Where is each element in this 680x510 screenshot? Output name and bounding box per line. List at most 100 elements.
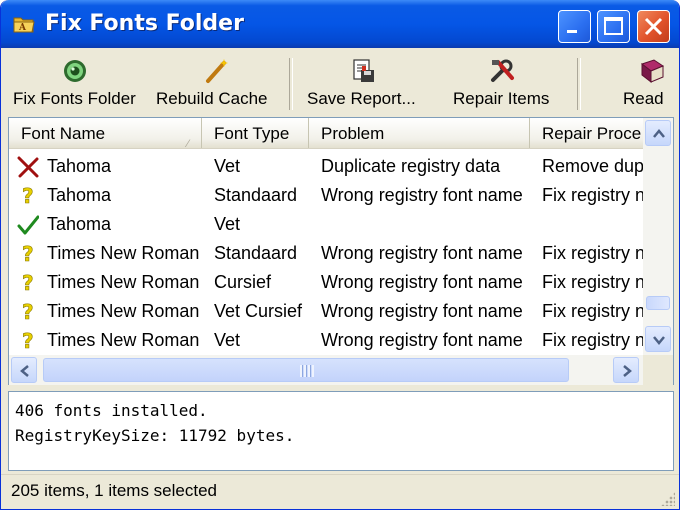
minimize-button[interactable]: [558, 10, 591, 43]
app-window: A Fix Fonts Folder Fix Fonts Folder Rebu…: [0, 0, 680, 510]
column-label: Font Name: [21, 124, 106, 143]
window-title: Fix Fonts Folder: [45, 11, 244, 36]
font-name-cell: Times New Roman: [47, 243, 200, 263]
toolbar: Fix Fonts Folder Rebuild Cache Save Repo…: [8, 52, 674, 116]
problem-cell: Wrong registry font name: [321, 185, 523, 205]
repair-cell: Fix registry n: [542, 243, 643, 263]
repair-cell: Fix registry n: [542, 272, 643, 292]
scroll-up-button[interactable]: [645, 120, 671, 146]
log-line: 406 fonts installed.: [15, 401, 208, 420]
chevron-up-icon: [653, 129, 665, 138]
font-type-cell: Vet: [214, 214, 241, 234]
font-name-cell: Times New Roman: [47, 272, 200, 292]
table-row[interactable]: ? Times New Roman Vet Wrong registry fon…: [9, 326, 643, 355]
repair-cell: Remove dup: [542, 156, 643, 176]
minimize-icon: [567, 30, 577, 33]
chevron-down-icon: [653, 336, 665, 345]
toolbar-separator: [577, 58, 581, 110]
repair-items-label: Repair Items: [453, 89, 550, 108]
save-report-icon: [349, 58, 377, 84]
table-row[interactable]: Tahoma Vet Duplicate registry data Remov…: [9, 152, 643, 181]
svg-text:?: ?: [22, 272, 34, 294]
maximize-button[interactable]: [597, 10, 630, 43]
log-line: RegistryKeySize: 11792 bytes.: [15, 426, 295, 445]
horizontal-scrollbar[interactable]: [9, 355, 643, 385]
svg-text:?: ?: [22, 330, 34, 352]
scroll-down-button[interactable]: [645, 326, 671, 352]
sort-arrow-icon: ⁄: [187, 138, 189, 148]
toolbar-separator: [289, 58, 293, 110]
font-type-cell: Standaard: [214, 243, 298, 263]
repair-cell: Fix registry n: [542, 185, 643, 205]
column-header-repair-process[interactable]: Repair Proce: [530, 118, 643, 148]
horizontal-scroll-thumb[interactable]: [43, 358, 569, 382]
table-row[interactable]: ? Tahoma Standaard Wrong registry font n…: [9, 181, 643, 210]
vertical-scroll-thumb[interactable]: [646, 296, 670, 310]
problem-cell: Wrong registry font name: [321, 330, 523, 350]
warning-question-icon: ?: [17, 242, 39, 267]
close-button[interactable]: [637, 10, 670, 43]
log-output[interactable]: 406 fonts installed. RegistryKeySize: 11…: [8, 391, 674, 471]
font-name-cell: Tahoma: [47, 156, 112, 176]
scroll-grip-icon: [300, 365, 314, 377]
font-type-cell: Vet: [214, 156, 241, 176]
font-type-cell: Vet: [214, 330, 241, 350]
warning-question-icon: ?: [17, 300, 39, 325]
column-header-font-name[interactable]: Font Name ⁄: [9, 118, 202, 148]
resize-grip-icon[interactable]: [661, 492, 675, 506]
svg-text:?: ?: [22, 243, 34, 265]
close-icon: [644, 17, 663, 36]
svg-text:?: ?: [22, 185, 34, 207]
title-bar[interactable]: A Fix Fonts Folder: [1, 0, 679, 48]
maximize-icon: [604, 17, 623, 35]
rebuild-cache-button[interactable]: Rebuild Cache: [152, 52, 280, 116]
table-row[interactable]: ? Times New Roman Standaard Wrong regist…: [9, 239, 643, 268]
save-report-button[interactable]: Save Report...: [305, 52, 427, 116]
problem-cell: [321, 210, 530, 239]
fix-fonts-folder-label: Fix Fonts Folder: [13, 89, 136, 108]
status-bar: 205 items, 1 items selected: [1, 474, 679, 509]
warning-question-icon: ?: [17, 329, 39, 354]
column-header-font-type[interactable]: Font Type: [202, 118, 309, 148]
list-rows: Tahoma Vet Duplicate registry data Remov…: [9, 149, 643, 355]
chevron-left-icon: [20, 365, 29, 377]
vertical-scrollbar[interactable]: [643, 118, 673, 355]
scroll-right-button[interactable]: [613, 357, 639, 383]
read-button[interactable]: Read: [606, 52, 674, 116]
fix-fonts-icon: [61, 58, 89, 84]
table-row[interactable]: ? Times New Roman Cursief Wrong registry…: [9, 268, 643, 297]
ok-check-icon: [17, 214, 40, 236]
repair-cell: Fix registry n: [542, 330, 643, 350]
warning-question-icon: ?: [17, 184, 39, 209]
font-type-cell: Standaard: [214, 185, 298, 205]
font-type-cell: Cursief: [214, 272, 272, 292]
scrollbar-corner: [643, 355, 673, 385]
font-name-cell: Tahoma: [47, 185, 112, 205]
book-icon: [638, 58, 666, 84]
fonts-list-view[interactable]: Font Name ⁄ Font Type Problem Repair Pro…: [8, 117, 674, 385]
wand-icon: [203, 58, 231, 84]
problem-cell: Wrong registry font name: [321, 301, 523, 321]
problem-cell: Duplicate registry data: [321, 156, 501, 176]
table-row[interactable]: Tahoma Vet: [9, 210, 643, 239]
column-label: Problem: [321, 124, 385, 143]
repair-tools-icon: [489, 58, 517, 84]
fix-fonts-folder-button[interactable]: Fix Fonts Folder: [8, 52, 144, 116]
status-text: 205 items, 1 items selected: [11, 481, 217, 500]
error-x-icon: [17, 156, 39, 178]
chevron-right-icon: [623, 365, 632, 377]
svg-text:A: A: [18, 23, 27, 33]
problem-cell: Wrong registry font name: [321, 272, 523, 292]
column-label: Repair Proce: [542, 124, 642, 143]
warning-question-icon: ?: [17, 271, 39, 296]
svg-text:?: ?: [22, 301, 34, 323]
save-report-label: Save Report...: [307, 89, 416, 108]
column-header-problem[interactable]: Problem: [309, 118, 530, 148]
table-row[interactable]: ? Times New Roman Vet Cursief Wrong regi…: [9, 297, 643, 326]
scroll-left-button[interactable]: [11, 357, 37, 383]
problem-cell: Wrong registry font name: [321, 243, 523, 263]
read-label: Read: [623, 89, 664, 108]
folder-fonts-icon: A: [13, 14, 35, 34]
font-name-cell: Tahoma: [47, 214, 112, 234]
repair-items-button[interactable]: Repair Items: [449, 52, 559, 116]
